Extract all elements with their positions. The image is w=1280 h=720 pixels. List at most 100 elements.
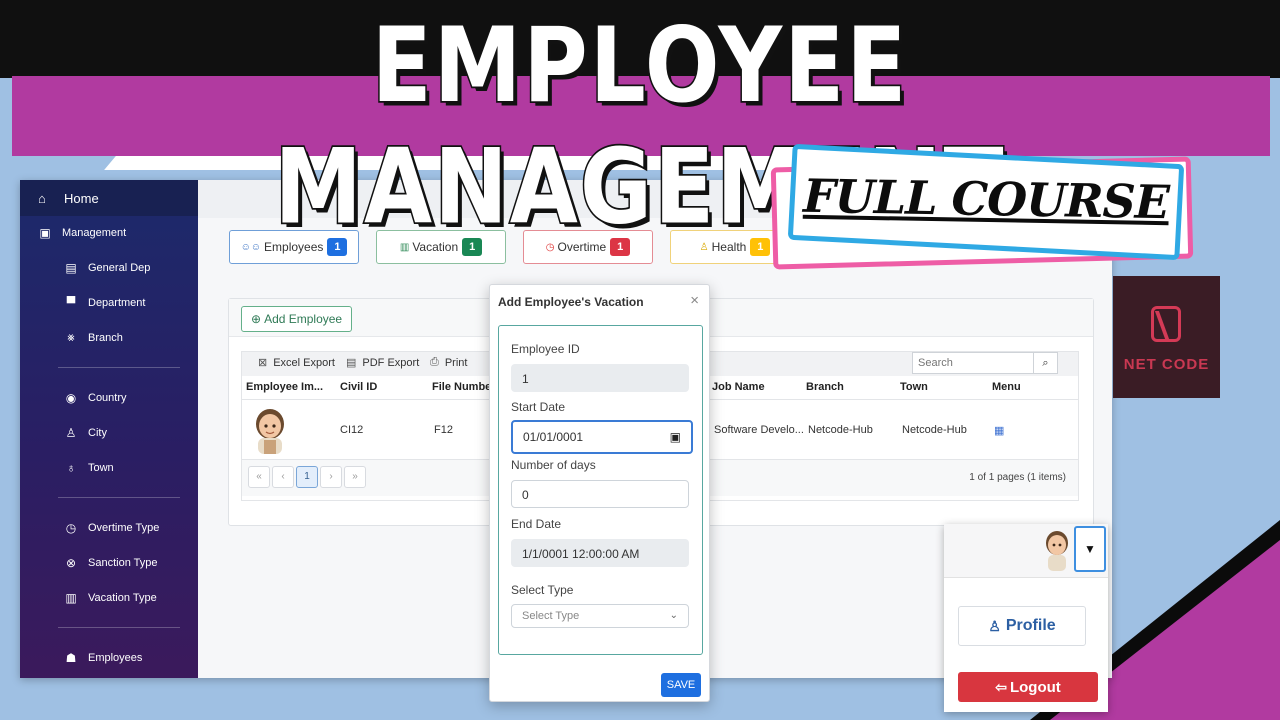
pager-last-button[interactable]: » [344,466,366,488]
start-date-value: 01/01/0001 [523,430,584,444]
user-avatar[interactable] [1040,528,1074,572]
sidebar-divider [58,497,180,498]
pager-first-button[interactable]: « [248,466,270,488]
employee-id-label: Employee ID [511,342,580,356]
close-icon[interactable]: × [690,292,699,309]
sidebar-item-label: Vacation Type [88,591,157,604]
logo-text: NET CODE [1123,356,1210,373]
profile-dropdown-header: ▼ [944,524,1108,578]
x-circle-icon: ⊗ [65,555,77,570]
column-header[interactable]: Employee Im... [246,381,323,393]
start-date-label: Start Date [511,400,566,414]
column-header[interactable]: Job Name [712,381,765,393]
chevron-down-icon: ⌄ [669,610,678,621]
number-of-days-field[interactable]: 0 [511,480,689,508]
search-icon[interactable]: ⌕ [1033,353,1057,373]
sidebar-item-label: Overtime Type [88,521,160,534]
sidebar-item-label: Town [88,461,114,474]
employee-avatar [256,409,284,454]
select-type-placeholder: Select Type [522,610,580,622]
location-pin-icon: ◉ [65,390,77,405]
sidebar-item-branch[interactable]: ⨳ Branch [20,320,198,355]
end-date-field[interactable]: 1/1/0001 12:00:00 AM [511,539,689,567]
plus-circle-icon: ⊕ [251,312,262,326]
sidebar: ⌂ Home ▣ Management ▤ General Dep ▀ Depa… [20,180,198,678]
sidebar-divider [58,627,180,628]
sidebar-item-sanction-type[interactable]: ⊗ Sanction Type [20,545,198,580]
profile-dropdown: ▼ ♙ Profile ⇦ Logout [944,524,1108,712]
sidebar-item-label: Branch [88,331,123,344]
sidebar-item-vacation-type[interactable]: ▥ Vacation Type [20,580,198,615]
sidebar-item-label: General Dep [88,261,151,274]
net-code-logo: NET CODE [1113,276,1220,398]
pdf-icon: ▤ [346,357,357,369]
column-header[interactable]: Town [900,381,928,393]
map-pin-icon: ♁ [66,460,76,475]
excel-export-button[interactable]: ⊠ Excel Export [258,356,335,370]
building-icon: ▀ [66,295,76,310]
sidebar-item-label: Country [88,391,127,404]
pdf-export-label: PDF Export [362,356,420,369]
row-menu-icon[interactable]: ▦ [994,424,1004,437]
id-card-icon: ▤ [65,260,77,275]
cell-branch: Netcode-Hub [808,424,873,436]
column-header[interactable]: Menu [992,381,1021,393]
profile-label: Profile [1005,617,1056,634]
clipboard-icon: ▥ [65,590,77,605]
sidebar-item-employees[interactable]: ☗ Employees [20,640,198,675]
sidebar-item-department[interactable]: ▀ Department [20,285,198,320]
sidebar-item-general-dep[interactable]: ▤ General Dep [20,250,198,285]
add-employee-button[interactable]: ⊕ Add Employee [241,306,353,332]
employee-id-field[interactable]: 1 [511,364,689,392]
search-input[interactable] [913,353,1033,373]
sidebar-divider [58,367,180,368]
cell-job-name: Software Develo... [714,424,804,436]
sidebar-item-overtime-type[interactable]: ◷ Overtime Type [20,510,198,545]
add-vacation-modal: Add Employee's Vacation × Employee ID 1 … [489,284,710,702]
add-employee-label: Add Employee [264,312,343,326]
banner-subtitle: FULL COURSE [802,168,1170,230]
vacation-type-select[interactable]: Select Type ⌄ [511,604,689,628]
user-icon: ♙ [988,617,1001,634]
vacation-form: Employee ID 1 Start Date 01/01/0001 ▣ Nu… [498,325,703,655]
pdf-export-button[interactable]: ▤ PDF Export [346,356,420,370]
logout-label: Logout [1009,678,1061,696]
branch-icon: ⨳ [67,330,75,344]
sidebar-item-label: Employees [88,651,143,664]
logout-button[interactable]: ⇦ Logout [958,672,1098,702]
cell-town: Netcode-Hub [902,424,967,436]
sidebar-item-town[interactable]: ♁ Town [20,450,198,485]
start-date-field[interactable]: 01/01/0001 ▣ [511,420,693,454]
print-button[interactable]: ⎙ Print [430,356,467,369]
number-of-days-label: Number of days [511,458,596,472]
sidebar-item-city[interactable]: ♙ City [20,415,198,450]
column-header[interactable]: File Number [432,381,496,393]
column-header[interactable]: Branch [806,381,844,393]
profile-button[interactable]: ♙ Profile [958,606,1086,646]
sidebar-item-label: City [88,426,107,439]
pager-next-button[interactable]: › [320,466,342,488]
print-label: Print [444,356,468,369]
clock-icon: ◷ [65,520,77,535]
sidebar-item-country[interactable]: ◉ Country [20,380,198,415]
modal-header: Add Employee's Vacation × [490,285,709,317]
person-pin-icon: ♙ [65,425,77,440]
save-button[interactable]: SAVE [661,673,701,697]
select-type-label: Select Type [511,583,574,597]
pager-prev-button[interactable]: ‹ [272,466,294,488]
sidebar-item-label: Sanction Type [88,556,158,569]
excel-icon: ⊠ [258,357,268,369]
end-date-label: End Date [511,517,562,531]
modal-title: Add Employee's Vacation [498,295,644,309]
sidebar-item-label: Department [88,296,146,309]
column-header[interactable]: Civil ID [340,381,377,393]
grid-search: ⌕ [912,352,1058,374]
printer-icon: ⎙ [430,356,439,368]
excel-export-label: Excel Export [273,356,335,369]
pager-info: 1 of 1 pages (1 items) [969,472,1066,483]
logout-icon: ⇦ [995,678,1007,695]
dropdown-caret-button[interactable]: ▼ [1074,526,1106,572]
users-icon: ☗ [65,650,77,665]
pager-page-button[interactable]: 1 [296,466,318,488]
calendar-icon[interactable]: ▣ [670,422,681,452]
